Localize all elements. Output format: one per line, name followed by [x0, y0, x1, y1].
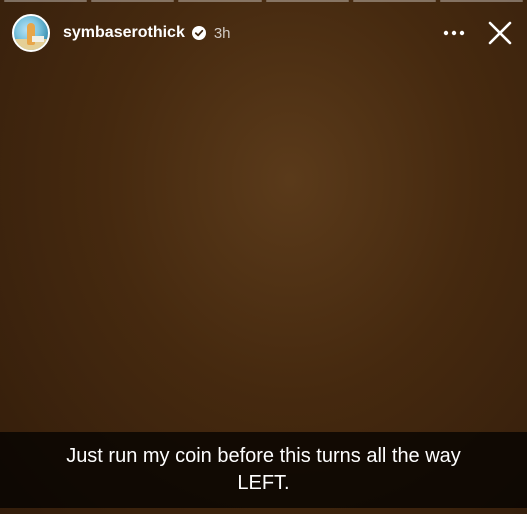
progress-segment [352, 0, 436, 2]
close-button[interactable] [485, 18, 515, 48]
more-options-button[interactable] [439, 18, 469, 48]
caption-text: Just run my coin before this turns all t… [66, 445, 461, 494]
avatar-sign [32, 36, 44, 42]
progress-segment [439, 0, 524, 2]
timestamp: 3h [213, 24, 231, 42]
progress-segment [91, 0, 175, 2]
verified-badge-icon [191, 26, 206, 40]
story-header: symbaserothick 3h [12, 11, 515, 55]
avatar[interactable] [12, 14, 50, 52]
progress-segment [178, 0, 262, 2]
story-viewer[interactable]: symbaserothick 3h Just run my coin befor… [0, 0, 527, 514]
story-caption: Just run my coin before this turns all t… [0, 432, 527, 508]
progress-segment [265, 0, 349, 2]
ellipsis-icon [443, 30, 465, 36]
close-icon [488, 21, 512, 45]
story-progress-bar [0, 0, 527, 3]
username[interactable]: symbaserothick [63, 24, 185, 42]
progress-segment [4, 0, 88, 2]
